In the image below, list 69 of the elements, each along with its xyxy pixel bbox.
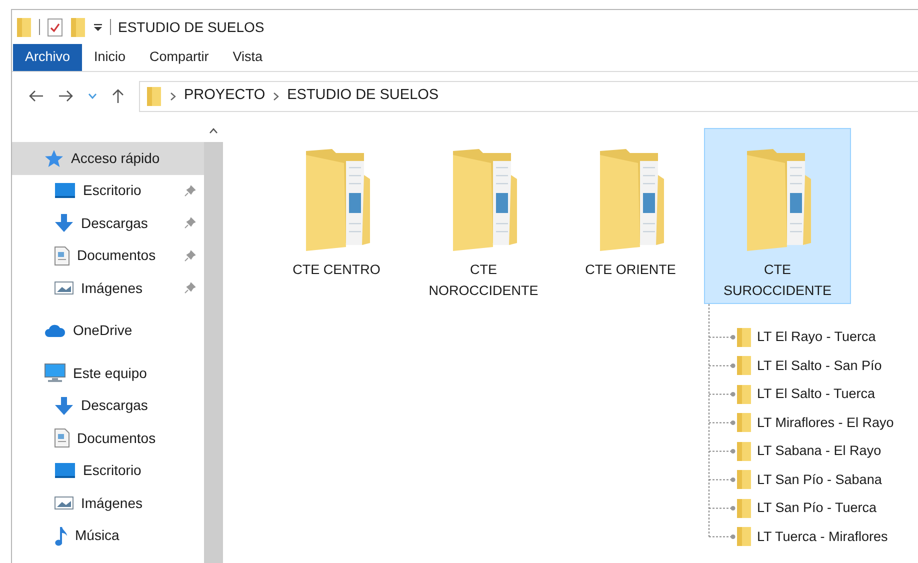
document-icon — [54, 428, 70, 448]
image-icon — [54, 496, 74, 510]
subfolder-name[interactable]: LT San Pío - Tuerca — [757, 498, 877, 518]
sidebar-item[interactable]: Descargas — [12, 207, 204, 240]
scroll-up-icon[interactable] — [209, 128, 218, 134]
desktop-icon — [54, 462, 76, 480]
folder-icon[interactable] — [16, 16, 32, 38]
sidebar-item[interactable]: Música — [12, 520, 204, 552]
window-title: ESTUDIO DE SUELOS — [118, 18, 264, 36]
folder-icon — [736, 384, 752, 405]
pin-icon[interactable] — [184, 250, 196, 262]
folder-icon — [736, 355, 752, 376]
breadcrumb[interactable]: PROYECTO — [184, 85, 266, 107]
folder-icon — [736, 440, 752, 462]
folder-icon — [146, 86, 162, 106]
sidebar-item[interactable]: Este equipo — [12, 357, 204, 390]
subfolder-name[interactable]: LT El Rayo - Tuerca — [757, 327, 876, 348]
star-icon — [44, 148, 64, 168]
folder-item[interactable]: CTE NOROCCIDENTE — [410, 128, 557, 304]
back-icon[interactable] — [28, 89, 44, 103]
subfolder-name[interactable]: LT Tuerca - Miraflores — [757, 526, 888, 547]
sidebar-item[interactable]: Imágenes — [12, 272, 204, 304]
download-icon — [54, 213, 74, 234]
chevron-icon — [170, 92, 176, 100]
subfolder-name[interactable]: LT El Salto - Tuerca — [757, 384, 876, 404]
pin-icon[interactable] — [184, 282, 196, 294]
dropdown-icon[interactable] — [93, 22, 103, 32]
sidebar-item[interactable]: Documentos — [12, 240, 204, 272]
subfolder-name[interactable]: LT El Salto - San Pío — [757, 356, 882, 376]
sidebar-item[interactable]: Documentos — [12, 422, 204, 454]
ribbon-tab[interactable]: Compartir — [138, 44, 221, 71]
document-icon — [54, 246, 70, 266]
folder-icon — [736, 526, 752, 548]
folder-icon[interactable] — [70, 16, 86, 38]
subfolder-name[interactable]: LT Miraflores - El Rayo — [757, 412, 894, 433]
subfolder-name[interactable]: LT San Pío - Sabana — [757, 470, 882, 490]
sidebar-item[interactable]: Escritorio — [12, 174, 204, 207]
sidebar-item[interactable]: Descargas — [12, 390, 204, 422]
scrollbar[interactable] — [204, 120, 223, 563]
folder-item[interactable]: CTE ORIENTE — [557, 128, 704, 304]
properties-icon[interactable] — [47, 18, 63, 36]
music-note-icon — [54, 526, 68, 546]
address-bar[interactable]: PROYECTO ESTUDIO DE SUELOS — [139, 80, 918, 112]
download-icon — [54, 396, 74, 416]
folder-icon — [736, 498, 752, 519]
folder-icon — [736, 469, 752, 490]
breadcrumb[interactable]: ESTUDIO DE SUELOS — [287, 85, 439, 107]
sidebar-item[interactable]: Acceso rápido — [12, 142, 204, 174]
folder-icon — [736, 412, 752, 434]
sidebar-item[interactable]: OneDrive — [12, 314, 204, 347]
folder-item[interactable]: CTE CENTRO — [263, 128, 410, 304]
pin-icon[interactable] — [184, 217, 196, 230]
folder-icon — [736, 326, 752, 348]
forward-icon[interactable] — [58, 89, 74, 103]
ribbon-tab[interactable]: Inicio — [82, 44, 138, 71]
sidebar-item[interactable]: Imágenes — [12, 487, 204, 520]
pin-icon[interactable] — [184, 184, 196, 197]
ribbon-tab[interactable]: Archivo — [13, 44, 82, 71]
folder-item[interactable]: CTE SUROCCIDENTE — [704, 128, 851, 304]
chevron-icon — [273, 92, 280, 100]
sidebar-item[interactable]: Escritorio — [12, 454, 204, 487]
up-icon[interactable] — [111, 88, 125, 104]
subfolder-name[interactable]: LT Sabana - El Rayo — [757, 441, 882, 462]
cloud-icon — [44, 324, 66, 338]
ribbon-tab[interactable]: Vista — [220, 44, 275, 71]
desktop-icon — [54, 182, 76, 200]
recent-dropdown-icon[interactable] — [88, 93, 97, 99]
image-icon — [54, 281, 74, 296]
monitor-icon — [44, 363, 66, 384]
